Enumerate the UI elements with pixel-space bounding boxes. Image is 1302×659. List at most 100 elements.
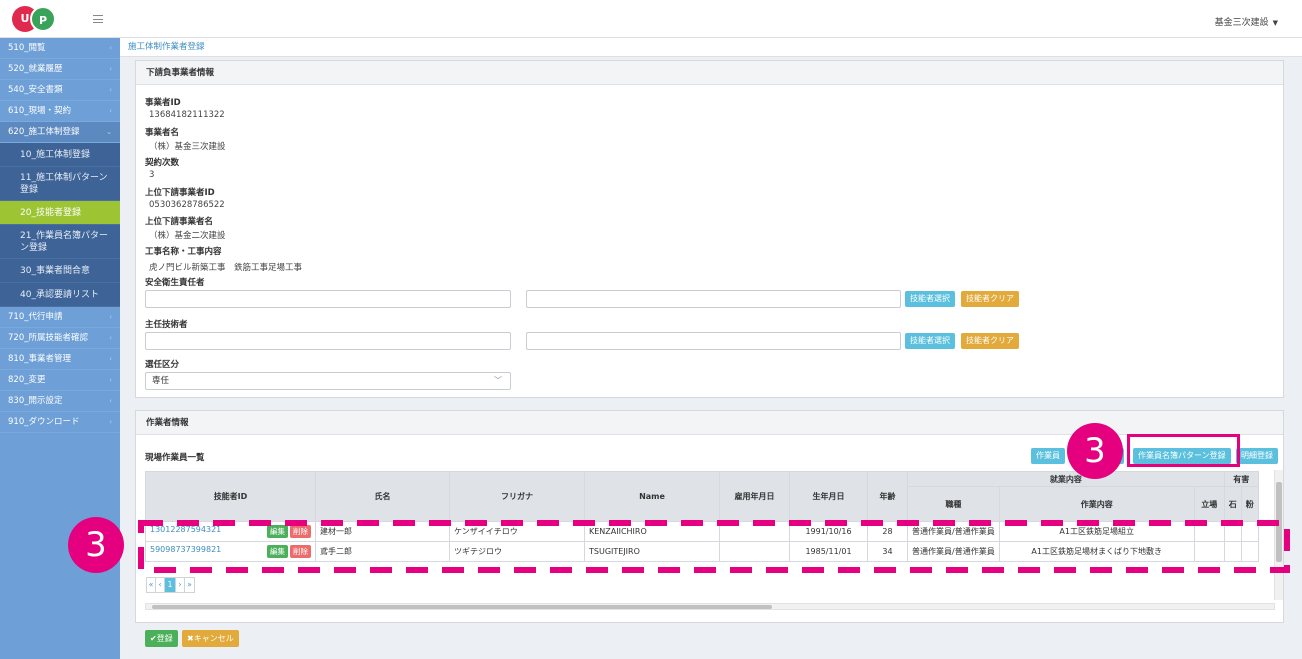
dashed-rect — [138, 520, 1290, 573]
col-header-stone[interactable]: 石 — [1223, 486, 1242, 522]
sidebar-sub-item-40[interactable]: 40_承認要請リスト — [0, 283, 120, 307]
chevron-left-icon: ‹ — [109, 86, 112, 94]
cancel-button[interactable]: ✖キャンセル — [182, 630, 239, 647]
chevron-left-icon: ‹ — [109, 376, 112, 384]
sidebar-sub-item-10[interactable]: 10_施工体制登録 — [0, 143, 120, 167]
worker-add-button[interactable]: 作業員 — [1031, 448, 1065, 464]
col-header-task[interactable]: 作業内容 — [998, 486, 1195, 522]
annotation-callout: 3 — [68, 517, 124, 573]
sidebar-item-620[interactable]: 620_施工体制登録 ⌄ — [0, 122, 120, 143]
user-menu[interactable]: 基金三次建設 ▼ — [1215, 15, 1278, 28]
panel-title: 下請負事業者情報 — [136, 61, 1283, 85]
sidebar-item-610[interactable]: 610_現場・契約 ‹ — [0, 101, 120, 122]
safety-officer-id-field[interactable] — [145, 290, 511, 308]
sidebar-item-label: 510_閲覧 — [8, 43, 46, 53]
sidebar-item-label: 820_変更 — [8, 375, 46, 385]
col-group-harm: 有害 — [1223, 471, 1259, 487]
sidebar-item-label: 710_代行申請 — [8, 312, 63, 322]
col-header-roman[interactable]: Name — [584, 471, 720, 522]
safety-clear-worker-button[interactable]: 技能者クリア — [961, 291, 1019, 307]
biz-id-label: 事業者ID — [145, 98, 181, 108]
sidebar-sub-item-30[interactable]: 30_事業者間合意 — [0, 259, 120, 283]
scrollbar-thumb[interactable] — [152, 605, 772, 609]
col-group-job: 就業内容 — [907, 471, 1225, 487]
chevron-left-icon: ‹ — [109, 313, 112, 321]
pager-next[interactable]: › — [176, 578, 185, 592]
sidebar-item-720[interactable]: 720_所属技能者確認 ‹ — [0, 328, 120, 349]
app-logo[interactable]: U P — [12, 6, 68, 34]
safety-select-worker-button[interactable]: 技能者選択 — [905, 291, 955, 307]
annotation-dashed-frame — [138, 520, 1290, 573]
top-bar: U P 基金三次建設 ▼ — [0, 0, 1302, 38]
assignment-label: 選任区分 — [145, 360, 180, 370]
assignment-select-value: 専任 — [152, 376, 170, 386]
annotation-highlight-box — [1127, 434, 1240, 467]
col-header-position[interactable]: 立場 — [1193, 486, 1225, 522]
upper-id-value: 05303628786522 — [149, 200, 225, 210]
pager-last[interactable]: » — [185, 578, 194, 592]
sidebar-item-label: 810_事業者管理 — [8, 354, 71, 364]
chevron-left-icon: ‹ — [109, 355, 112, 363]
pagination: « ‹ 1 › » — [146, 577, 195, 593]
table-horizontal-scrollbar[interactable] — [145, 603, 1275, 610]
chief-engineer-id-field[interactable] — [145, 332, 511, 350]
col-header-kana[interactable]: フリガナ — [449, 471, 585, 522]
chief-engineer-label: 主任技術者 — [145, 320, 188, 330]
work-label: 工事名称・工事内容 — [145, 247, 222, 257]
breadcrumb[interactable]: 施工体制作業者登録 — [120, 38, 1302, 57]
sidebar-item-910[interactable]: 910_ダウンロード ‹ — [0, 412, 120, 433]
sidebar-item-820[interactable]: 820_変更 ‹ — [0, 370, 120, 391]
logo-mark-p: P — [30, 6, 56, 32]
sidebar-sub-item-20[interactable]: 20_技能者登録 — [0, 201, 120, 225]
chief-clear-worker-button[interactable]: 技能者クリア — [961, 333, 1019, 349]
sidebar-item-540[interactable]: 540_安全書類 ‹ — [0, 80, 120, 101]
safety-officer-name-field[interactable] — [526, 290, 901, 308]
col-header-job[interactable]: 職種 — [907, 486, 1000, 522]
biz-name-label: 事業者名 — [145, 128, 180, 138]
col-header-dust[interactable]: 粉 — [1240, 486, 1259, 522]
sidebar-item-label: 540_安全書類 — [8, 85, 63, 95]
sidebar-item-520[interactable]: 520_就業履歴 ‹ — [0, 59, 120, 80]
contract-label: 契約次数 — [145, 158, 180, 168]
upper-name-value: （株）基金二次建設 — [149, 231, 226, 241]
sidebar-item-label: 830_開示設定 — [8, 396, 63, 406]
col-header-birth[interactable]: 生年月日 — [789, 471, 868, 522]
col-header-hired[interactable]: 雇用年月日 — [719, 471, 790, 522]
sidebar-item-830[interactable]: 830_開示設定 ‹ — [0, 391, 120, 412]
pager-prev[interactable]: ‹ — [156, 578, 165, 592]
sidebar-item-710[interactable]: 710_代行申請 ‹ — [0, 307, 120, 328]
chief-select-worker-button[interactable]: 技能者選択 — [905, 333, 955, 349]
work-value: 虎ノ門ビル新築工事 鉄筋工事足場工事 — [149, 263, 303, 273]
safety-officer-label: 安全衛生責任者 — [145, 278, 205, 288]
chevron-left-icon: ‹ — [109, 418, 112, 426]
chevron-down-icon: ⌄ — [106, 128, 112, 136]
caret-down-icon: ▼ — [1272, 19, 1278, 27]
chevron-left-icon: ‹ — [109, 334, 112, 342]
assignment-select[interactable]: 専任 ﹀ — [145, 372, 511, 390]
sidebar-sub-item-21[interactable]: 21_作業員名簿パターン登録 — [0, 225, 120, 259]
upper-name-label: 上位下請事業者名 — [145, 217, 214, 227]
upper-id-label: 上位下請事業者ID — [145, 188, 215, 198]
worker-list-title: 現場作業員一覧 — [145, 453, 205, 463]
col-header-age[interactable]: 年齢 — [867, 471, 908, 522]
sidebar-item-810[interactable]: 810_事業者管理 ‹ — [0, 349, 120, 370]
col-header-worker-id[interactable]: 技能者ID — [145, 471, 316, 522]
sidebar-sub-item-11[interactable]: 11_施工体制パターン登録 — [0, 167, 120, 201]
user-name: 基金三次建設 — [1214, 18, 1269, 28]
register-button[interactable]: ✔登録 — [145, 630, 178, 647]
hamburger-menu-icon[interactable] — [93, 15, 103, 23]
chevron-left-icon: ‹ — [109, 107, 112, 115]
biz-id-value: 13684182111322 — [149, 110, 225, 120]
chief-engineer-name-field[interactable] — [526, 332, 901, 350]
biz-name-value: （株）基金三次建設 — [149, 142, 226, 152]
chevron-down-icon: ﹀ — [494, 376, 502, 385]
sidebar-item-label: 610_現場・契約 — [8, 106, 71, 116]
pager-first[interactable]: « — [147, 578, 156, 592]
sidebar-item-label: 910_ダウンロード — [8, 417, 80, 427]
detail-register-button[interactable]: 明細登録 — [1236, 448, 1278, 464]
chevron-left-icon: ‹ — [109, 44, 112, 52]
sidebar-item-510[interactable]: 510_閲覧 ‹ — [0, 38, 120, 59]
sidebar-item-label: 620_施工体制登録 — [8, 127, 80, 137]
pager-page-1[interactable]: 1 — [165, 578, 176, 592]
col-header-name[interactable]: 氏名 — [315, 471, 450, 522]
